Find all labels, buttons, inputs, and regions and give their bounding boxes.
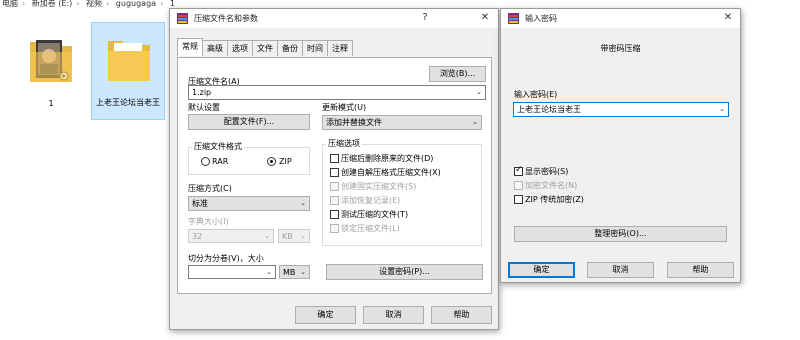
password-heading: 带密码压缩 [600, 44, 641, 53]
archive-format-title: 压缩文件格式 [192, 142, 244, 152]
breadcrumb-item[interactable]: 电脑 [2, 0, 18, 8]
test-files-checkbox[interactable] [330, 210, 339, 219]
compression-method-select[interactable]: 标准 ⌄ [188, 196, 310, 211]
encrypt-names-checkbox[interactable] [514, 181, 523, 190]
tab-general[interactable]: 常规 [177, 38, 203, 56]
folder-icon [108, 41, 150, 81]
chevron-down-icon[interactable]: ⌄ [472, 116, 478, 129]
encrypt-names-label: 加密文件名(N) [525, 181, 578, 190]
close-icon[interactable]: ✕ [721, 11, 735, 25]
compression-method-label: 压缩方式(C) [188, 184, 232, 193]
dictionary-unit-select[interactable]: KB ⌄ [278, 229, 310, 243]
chevron-down-icon[interactable]: ⌄ [719, 103, 725, 116]
dialog-title: 压缩文件名和参数 [194, 14, 258, 23]
ok-button[interactable]: 确定 [508, 262, 575, 278]
dialog-title: 输入密码 [525, 14, 557, 23]
ok-button[interactable]: 确定 [295, 306, 356, 324]
chevron-down-icon[interactable]: ⌄ [266, 266, 272, 278]
dictionary-unit-value: KB [282, 232, 293, 241]
help-button[interactable]: 帮助 [431, 306, 492, 324]
help-icon[interactable]: ? [418, 11, 432, 25]
breadcrumb-item[interactable]: 视频 [86, 0, 102, 8]
browse-button[interactable]: 浏览(B)... [429, 66, 486, 82]
chevron-down-icon: ⌄ [264, 232, 270, 240]
format-rar-label: RAR [212, 157, 229, 166]
dictionary-size-label: 字典大小(I) [188, 217, 229, 226]
tab-files[interactable]: 文件 [252, 40, 278, 56]
chevron-down-icon[interactable]: ⌄ [476, 86, 482, 99]
update-mode-value: 添加并替换文件 [326, 118, 382, 127]
default-settings-label: 默认设置 [188, 103, 220, 112]
update-mode-label: 更新模式(U) [322, 103, 367, 112]
folder-item[interactable]: 1 [18, 26, 84, 120]
update-mode-select[interactable]: 添加并替换文件 ⌄ [322, 115, 482, 130]
organize-passwords-button[interactable]: 整理密码(O)... [514, 226, 727, 242]
tab-bar: 常规 高级 选项 文件 备份 时间 注释 [177, 38, 353, 57]
tab-options[interactable]: 选项 [227, 40, 253, 56]
title-bar[interactable]: 压缩文件名和参数 ? ✕ [170, 9, 498, 28]
format-zip-label: ZIP [279, 157, 292, 166]
dictionary-size-select[interactable]: 32 ⌄ [188, 229, 274, 243]
title-bar[interactable]: 输入密码 ✕ [501, 9, 740, 28]
set-password-button[interactable]: 设置密码(P)... [326, 264, 483, 280]
option-label: 添加恢复记录(E) [341, 196, 401, 205]
cancel-button[interactable]: 取消 [587, 262, 654, 278]
profiles-button[interactable]: 配置文件(F)... [188, 114, 310, 130]
format-zip-radio[interactable] [267, 157, 276, 166]
close-icon[interactable]: ✕ [478, 11, 492, 25]
winrar-icon [508, 13, 519, 24]
zip-legacy-label: ZIP 传统加密(Z) [525, 195, 584, 204]
cancel-button[interactable]: 取消 [363, 306, 424, 324]
dictionary-size-value: 32 [192, 232, 203, 241]
password-input[interactable]: 上老王论坛当老王 ⌄ [513, 102, 729, 117]
split-volumes-label: 切分为分卷(V)，大小 [188, 254, 264, 263]
help-button[interactable]: 帮助 [667, 262, 734, 278]
breadcrumb-item[interactable]: 新加卷 (E:) [32, 0, 73, 8]
option-label: 创建自解压格式压缩文件(X) [341, 168, 441, 177]
compression-options-title: 压缩选项 [326, 139, 362, 149]
option-label: 测试压缩的文件(T) [341, 210, 409, 219]
folder-with-thumbnail-icon [30, 40, 72, 82]
lock-archive-checkbox[interactable] [330, 224, 339, 233]
show-password-label: 显示密码(S) [525, 167, 569, 176]
format-rar-radio[interactable] [201, 157, 210, 166]
split-unit-value: MB [283, 268, 296, 277]
folder-label: 上老王论坛当老王 [96, 98, 160, 107]
tab-time[interactable]: 时间 [302, 40, 328, 56]
password-value: 上老王论坛当老王 [517, 105, 581, 114]
enter-password-dialog: 输入密码 ✕ 带密码压缩 输入密码(E) 上老王论坛当老王 ⌄ ✓ 显示密码(S… [500, 8, 741, 283]
create-solid-checkbox[interactable] [330, 182, 339, 191]
tab-advanced[interactable]: 高级 [202, 40, 228, 56]
delete-after-checkbox[interactable] [330, 154, 339, 163]
tab-backup[interactable]: 备份 [277, 40, 303, 56]
show-password-checkbox[interactable]: ✓ [514, 165, 523, 176]
chevron-down-icon[interactable]: ⌄ [300, 197, 306, 210]
folder-item-selected[interactable]: 上老王论坛当老王 [91, 22, 165, 120]
breadcrumb-item[interactable]: gugugaga [116, 0, 156, 8]
option-label: 压缩后删除原来的文件(D) [341, 154, 434, 163]
create-sfx-checkbox[interactable] [330, 168, 339, 177]
option-label: 创建固实压缩文件(S) [341, 182, 417, 191]
archive-name-value: 1.zip [192, 88, 212, 97]
chevron-down-icon[interactable]: ⌄ [300, 266, 306, 278]
winrar-icon [177, 13, 188, 24]
zip-legacy-checkbox[interactable] [514, 195, 523, 204]
chevron-down-icon: ⌄ [300, 232, 306, 240]
compression-method-value: 标准 [192, 199, 208, 208]
split-size-input[interactable]: ⌄ [188, 265, 276, 279]
option-label: 锁定压缩文件(L) [341, 224, 400, 233]
archive-parameters-dialog: 压缩文件名和参数 ? ✕ 常规 高级 选项 文件 备份 时间 注释 压缩文件名(… [169, 8, 499, 330]
breadcrumb-item[interactable]: 1 [170, 0, 175, 8]
tab-comment[interactable]: 注释 [327, 40, 353, 56]
folder-label: 1 [48, 99, 54, 108]
split-unit-select[interactable]: MB ⌄ [279, 265, 310, 279]
add-recovery-checkbox[interactable] [330, 196, 339, 205]
archive-name-input[interactable]: 1.zip ⌄ [188, 85, 486, 100]
password-label: 输入密码(E) [514, 90, 558, 99]
general-panel: 压缩文件名(A) 浏览(B)... 1.zip ⌄ 默认设置 配置文件(F)..… [177, 57, 492, 294]
